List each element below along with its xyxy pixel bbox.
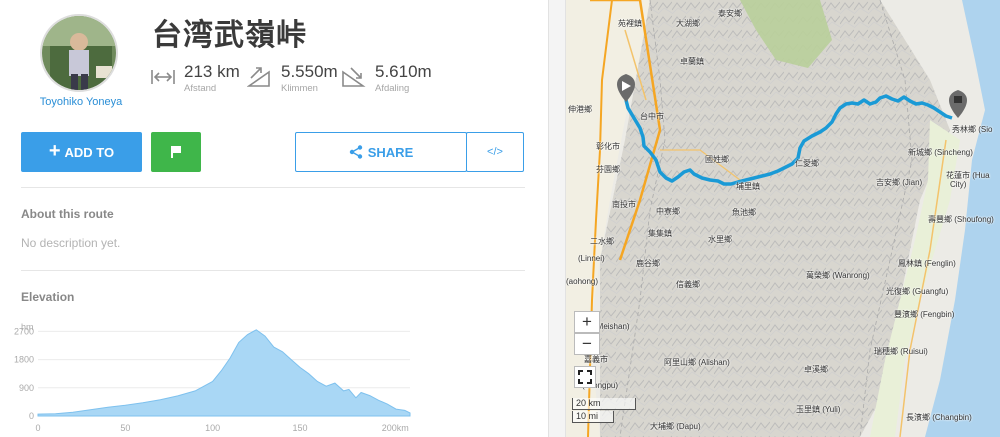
map-place-label: 魚池鄉 [732, 208, 756, 217]
elevation-x-tick: 0 [35, 423, 40, 433]
map-place-label: (aohong) [566, 277, 599, 286]
map-place-label: 南投市 [612, 200, 636, 209]
fullscreen-button[interactable] [574, 366, 596, 388]
stat-distance-value: 213 km [184, 62, 240, 81]
elevation-chart[interactable]: hm 270018009000 0 50 100 150 200km [0, 316, 420, 437]
map-place-label: 仁愛鄉 [795, 159, 819, 168]
map-place-label: 彰化市 [596, 142, 620, 151]
add-to-button[interactable]: + ADD TO [21, 132, 142, 172]
map-place-label: 芬園鄉 [596, 165, 620, 174]
elevation-area [37, 329, 411, 417]
map-place-label: 瑞穗鄉 (Ruisui) [874, 347, 928, 356]
avatar-photo [42, 16, 116, 90]
map-place-label: 泰安鄉 [718, 9, 742, 18]
zoom-out-button[interactable]: − [574, 333, 600, 355]
map-place-label: 萬榮鄉 (Wanrong) [806, 271, 870, 280]
map-place-label: 玉里鎮 (Yuli) [796, 405, 841, 414]
embed-code-icon: </> [487, 146, 503, 158]
divider-line [21, 270, 525, 271]
map-place-label: 大埔鄉 (Dapu) [650, 422, 701, 431]
map-place-label: 二水鄉 [590, 237, 614, 246]
elevation-y-tick: 900 [19, 383, 34, 393]
map-scale-km: 20 km [572, 398, 636, 410]
elevation-y-ticks: 2700 1800 900 0 [14, 326, 34, 421]
stat-distance-label: Afstand [184, 83, 217, 94]
map-place-label: 吉安鄉 (Jian) [876, 178, 923, 187]
zoom-in-button[interactable]: + [574, 311, 600, 333]
fullscreen-icon [578, 370, 592, 384]
route-title: 台湾武嶺峠 [152, 19, 307, 52]
divider-line [21, 187, 525, 188]
stat-descent-label: Afdaling [375, 83, 410, 94]
map-place-label: 嘉義市 [584, 355, 608, 364]
avatar[interactable] [40, 14, 118, 92]
share-icon [349, 145, 362, 159]
map-place-label: 阿里山鄉 (Alishan) [664, 358, 730, 367]
map-place-label: 鹿谷鄉 [636, 259, 660, 268]
map-place-label: 苑裡鎮 [618, 19, 642, 28]
climb-icon [247, 67, 270, 87]
about-heading: About this route [21, 207, 114, 221]
flag-icon [171, 146, 181, 158]
map-place-label: 光復鄉 (Guangfu) [886, 287, 949, 296]
map-place-label: 新城鄉 (Sincheng) [908, 148, 973, 157]
elevation-heading: Elevation [21, 290, 75, 304]
map-place-label: 鳳林鎮 (Fenglin) [898, 259, 956, 268]
map-place-label: 集集鎮 [648, 229, 672, 238]
map-place-label: 大湖鄉 [676, 19, 700, 28]
share-button[interactable]: SHARE [295, 132, 467, 172]
map-place-label: 國姓鄉 [705, 155, 729, 164]
elevation-y-tick: 2700 [14, 326, 34, 336]
elevation-y-tick: 1800 [14, 355, 34, 365]
route-description: No description yet. [21, 236, 121, 250]
map-place-label: 水里鄉 [708, 235, 732, 244]
username-link[interactable]: Toyohiko Yoneya [22, 96, 140, 108]
map-place-label: 伸港鄉 [568, 105, 592, 114]
map-place-label: 信義鄉 [676, 280, 700, 289]
map-place-label: 埔里鎮 [736, 182, 760, 191]
map-place-label: (Linnei) [578, 254, 605, 263]
elevation-x-tick: 100 [205, 423, 220, 433]
panel-divider[interactable] [548, 0, 566, 437]
descent-icon [342, 67, 366, 87]
distance-icon [151, 70, 175, 84]
map-place-label: 台中市 [640, 112, 664, 121]
elevation-x-ticks: 0 50 100 150 200km [35, 423, 408, 433]
elevation-x-tick: 50 [120, 423, 130, 433]
plus-icon: + [48, 139, 61, 162]
elevation-x-tick: 150 [292, 423, 307, 433]
stat-descent-value: 5.610m [375, 62, 432, 81]
stat-climb-value: 5.550m [281, 62, 338, 81]
embed-button[interactable]: </> [466, 132, 524, 172]
share-label: SHARE [367, 144, 414, 160]
route-panel: Toyohiko Yoneya 台湾武嶺峠 213 km Afstand 5.5… [0, 0, 548, 437]
elevation-y-tick: 0 [29, 411, 34, 421]
elevation-x-tick: 200km [382, 423, 409, 433]
route-map[interactable]: 苑裡鎮 大湖鄉 泰安鄉卓蘭鎮伸港鄉台中市彰化市芬園鄉 國姓鄉埔里鎮 仁愛鄉南投市中寮鄉 魚… [566, 0, 1000, 437]
map-place-label: 長濱鄉 (Changbin) [906, 413, 972, 422]
map-place-label: 秀林鄉 (Sio [952, 125, 993, 134]
map-place-label: City) [950, 180, 967, 189]
flag-button[interactable] [151, 132, 201, 172]
map-place-label: 中寮鄉 [656, 207, 680, 216]
map-place-label: 卓蘭鎮 [680, 57, 704, 66]
map-place-label: 卓溪鄉 [804, 365, 828, 374]
map-place-label: 豐濱鄉 (Fengbin) [894, 310, 955, 319]
add-to-label: ADD TO [64, 144, 115, 160]
stat-climb-label: Klimmen [281, 83, 318, 94]
map-scale-mi: 10 mi [572, 411, 614, 423]
map-place-label: 壽豐鄉 (Shoufong) [928, 215, 994, 224]
